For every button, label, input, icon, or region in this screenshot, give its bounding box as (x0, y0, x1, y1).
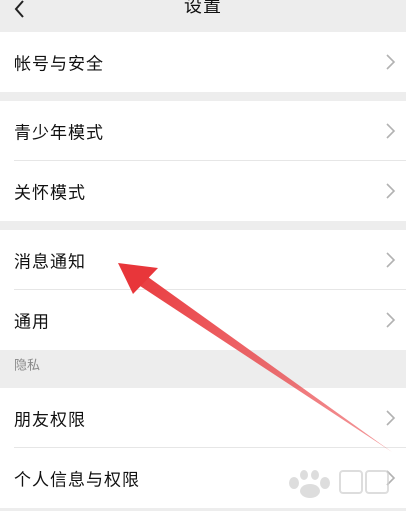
settings-item-label: 关怀模式 (14, 183, 86, 204)
chevron-right-icon (384, 251, 396, 269)
settings-group-privacy: 朋友权限 个人信息与权限 (0, 388, 406, 508)
settings-item-notifications[interactable]: 消息通知 (0, 230, 406, 290)
chevron-right-icon (384, 469, 396, 487)
settings-item-label: 帐号与安全 (14, 54, 104, 75)
page-title: 设置 (184, 0, 222, 17)
settings-group-modes: 青少年模式 关怀模式 (0, 101, 406, 221)
settings-item-label: 青少年模式 (14, 123, 104, 144)
section-header-label: 隐私 (14, 358, 41, 373)
settings-item-label: 个人信息与权限 (14, 470, 140, 491)
settings-item-personal-info-permissions[interactable]: 个人信息与权限 (0, 448, 406, 508)
settings-item-label: 通用 (14, 312, 50, 333)
settings-item-general[interactable]: 通用 (0, 290, 406, 350)
chevron-right-icon (384, 409, 396, 427)
settings-group-account: 帐号与安全 (0, 32, 406, 92)
chevron-right-icon (384, 182, 396, 200)
settings-item-label: 朋友权限 (14, 410, 86, 431)
settings-item-friend-permissions[interactable]: 朋友权限 (0, 388, 406, 448)
settings-item-account-security[interactable]: 帐号与安全 (0, 32, 406, 92)
chevron-right-icon (384, 53, 396, 71)
settings-group-general: 消息通知 通用 (0, 230, 406, 350)
section-header-privacy: 隐私 (0, 350, 406, 377)
settings-item-teen-mode[interactable]: 青少年模式 (0, 101, 406, 161)
settings-item-label: 消息通知 (14, 252, 86, 273)
chevron-right-icon (384, 311, 396, 329)
settings-item-care-mode[interactable]: 关怀模式 (0, 161, 406, 221)
navigation-bar: 设置 (0, 0, 406, 30)
chevron-right-icon (384, 122, 396, 140)
